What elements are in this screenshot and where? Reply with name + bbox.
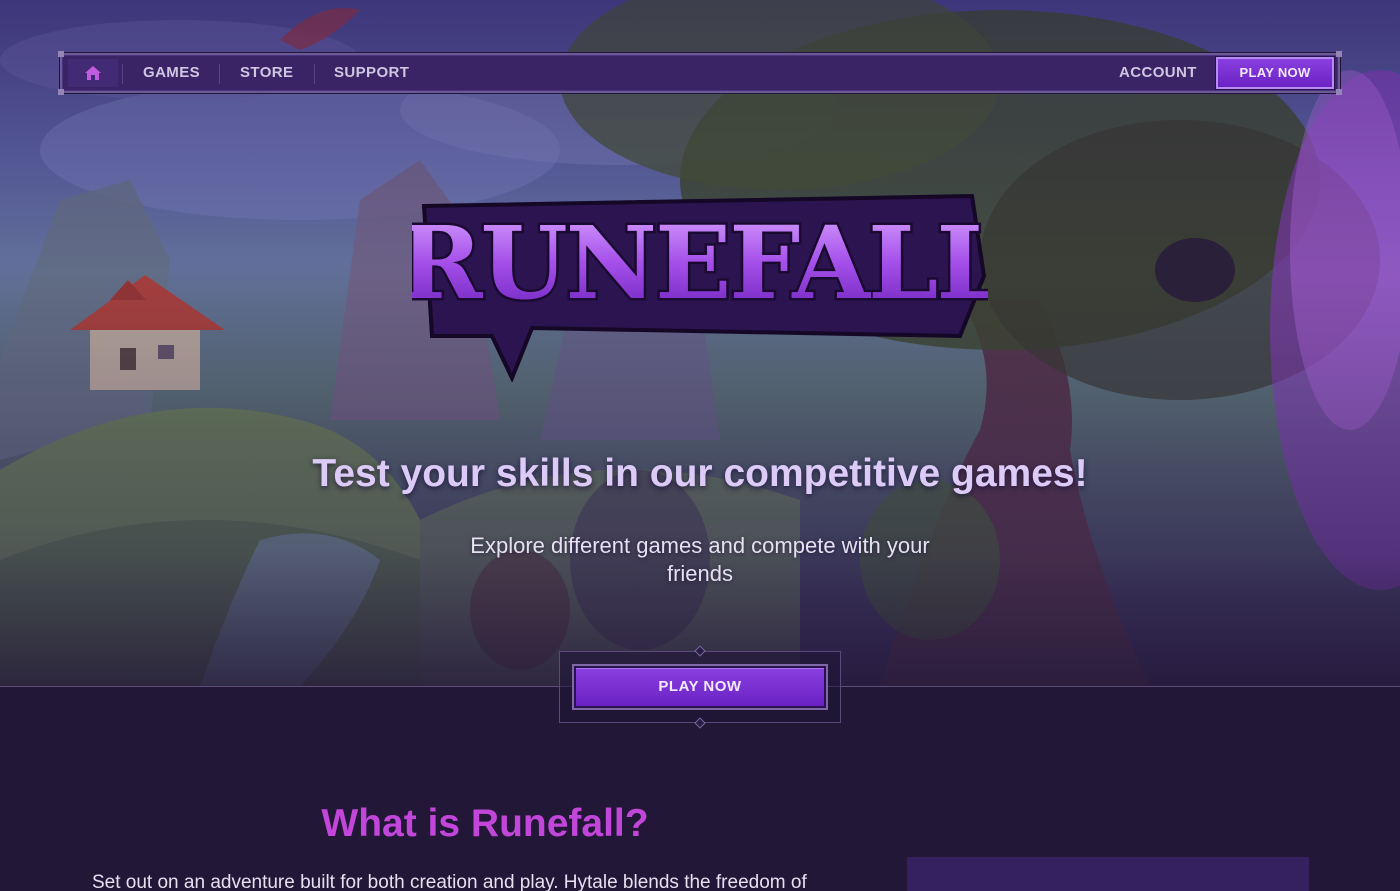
runefall-logo: RUNEFALL — [412, 193, 988, 382]
nav-separator — [219, 64, 220, 84]
nav-item-games[interactable]: GAMES — [143, 55, 200, 91]
home-button[interactable] — [68, 59, 118, 87]
nav-corner-ornament — [1336, 89, 1342, 95]
about-media-panel — [907, 857, 1309, 891]
home-icon — [85, 66, 101, 80]
about-section-text: Set out on an adventure built for both c… — [92, 872, 807, 891]
nav-play-now-button[interactable]: PLAY NOW — [1216, 57, 1334, 89]
hero-headline: Test your skills in our competitive game… — [312, 452, 1088, 495]
nav-item-store[interactable]: STORE — [240, 55, 293, 91]
hero-play-now-button[interactable]: PLAY NOW — [574, 666, 826, 708]
nav-corner-ornament — [1336, 51, 1342, 57]
nav-corner-ornament — [58, 51, 64, 57]
nav-item-account[interactable]: ACCOUNT — [1119, 55, 1197, 91]
nav-separator — [314, 64, 315, 84]
hero-subheadline: Explore different games and compete with… — [470, 533, 930, 586]
top-nav-bar: GAMES STORE SUPPORT ACCOUNT PLAY NOW — [58, 51, 1342, 95]
nav-item-support[interactable]: SUPPORT — [334, 55, 409, 91]
nav-separator — [122, 64, 123, 84]
about-section-title: What is Runefall? — [321, 802, 649, 845]
logo-wordmark: RUNEFALL — [412, 204, 988, 322]
nav-corner-ornament — [58, 89, 64, 95]
frame-gem-ornament — [694, 717, 706, 729]
